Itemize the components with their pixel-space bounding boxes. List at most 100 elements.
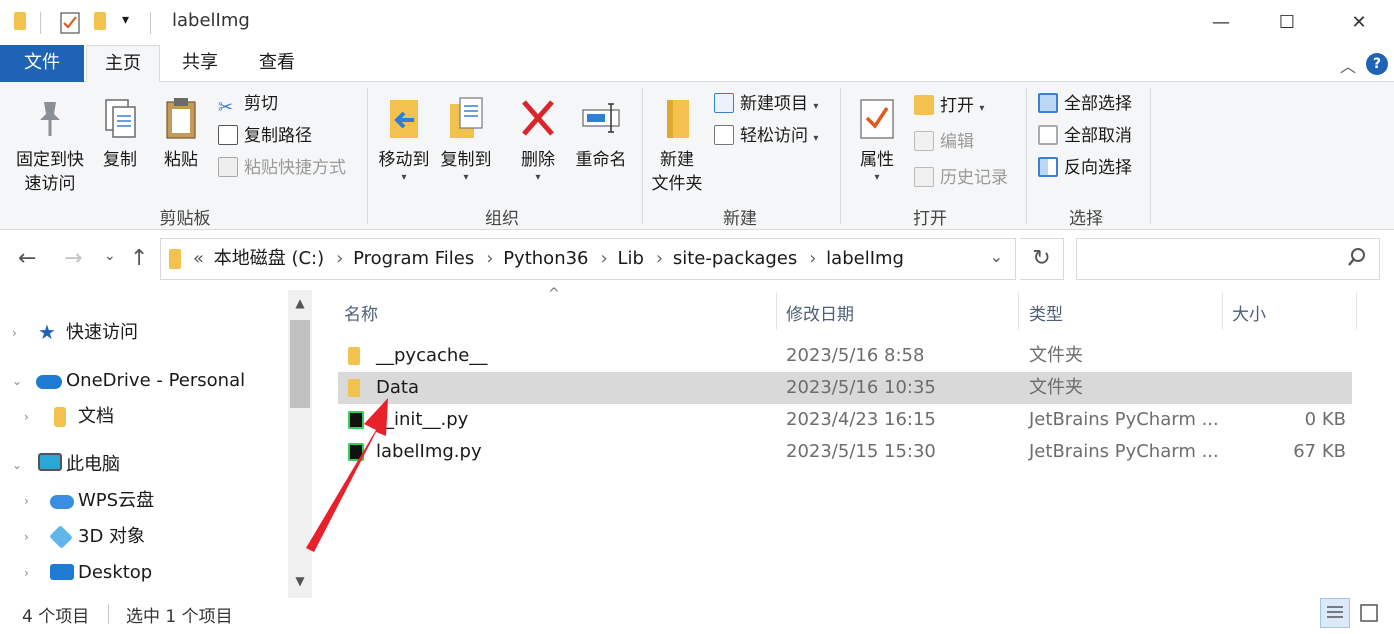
maximize-button[interactable]: ☐: [1272, 8, 1302, 38]
delete-button[interactable]: 删除 ▾: [514, 92, 562, 183]
delete-x-icon: [518, 96, 558, 142]
scroll-up-icon[interactable]: ▲: [288, 296, 312, 310]
ribbon-collapse-icon[interactable]: ︿: [1340, 53, 1356, 77]
scissors-icon: ✂: [218, 97, 234, 118]
scroll-down-icon[interactable]: ▼: [288, 574, 312, 588]
pin-to-quick-access-button[interactable]: 固定到快 速访问: [8, 92, 92, 196]
column-header-date[interactable]: 修改日期: [786, 300, 854, 330]
qat-dropdown-icon[interactable]: ▾: [122, 12, 129, 28]
ribbon-tabs: 文件 主页 共享 查看 ︿ ?: [0, 45, 1394, 83]
folder-icon: [348, 379, 360, 397]
invert-selection-button[interactable]: 反向选择: [1038, 154, 1132, 182]
tab-home[interactable]: 主页: [86, 45, 160, 83]
cloud-icon: [36, 375, 62, 389]
breadcrumb-item[interactable]: Python36: [503, 248, 588, 269]
copy-path-icon: [218, 125, 238, 145]
large-icons-view-button[interactable]: [1354, 598, 1384, 628]
column-header-name[interactable]: 名称: [344, 300, 378, 330]
refresh-button[interactable]: ↻: [1020, 238, 1064, 280]
cut-button[interactable]: ✂ 剪切: [218, 90, 278, 118]
new-item-button[interactable]: 新建项目 ▾: [714, 90, 818, 118]
folder-app-icon: [14, 12, 26, 30]
history-icon: [914, 167, 934, 187]
up-button[interactable]: ↑: [130, 246, 148, 271]
close-button[interactable]: ✕: [1344, 8, 1374, 38]
navigation-pane: › ★ 快速访问 ⌄ OneDrive - Personal › 文档 ⌄ 此电…: [0, 290, 314, 598]
properties-button[interactable]: 属性 ▾: [852, 92, 902, 183]
open-button[interactable]: 打开 ▾: [914, 92, 984, 120]
address-dropdown-icon[interactable]: ⌄: [990, 247, 1003, 266]
item-count: 4 个项目: [22, 607, 90, 627]
copy-button[interactable]: 复制: [96, 92, 144, 172]
copy-icon: [100, 96, 140, 142]
group-separator: [367, 88, 368, 224]
file-row[interactable]: Data 2023/5/16 10:35 文件夹: [338, 372, 1352, 404]
file-row[interactable]: __init__.py 2023/4/23 16:15 JetBrains Py…: [338, 404, 1352, 436]
nav-pane-scrollbar[interactable]: ▲ ▼: [288, 290, 312, 598]
column-header-type[interactable]: 类型: [1029, 300, 1063, 330]
tab-file[interactable]: 文件: [0, 45, 84, 82]
breadcrumb-item[interactable]: labelImg: [826, 248, 904, 269]
history-button[interactable]: 历史记录: [914, 164, 1008, 192]
properties-checkmark-icon[interactable]: [60, 10, 80, 38]
copy-to-button[interactable]: 复制到 ▾: [436, 92, 496, 183]
status-bar: 4 个项目 选中 1 个项目: [0, 598, 1394, 634]
group-separator: [642, 88, 643, 224]
select-all-icon: [1038, 93, 1058, 113]
column-separator[interactable]: [776, 292, 777, 330]
file-row[interactable]: labelImg.py 2023/5/15 15:30 JetBrains Py…: [338, 436, 1352, 468]
group-label-select: 选择: [1069, 209, 1103, 229]
star-icon: ★: [38, 320, 56, 344]
column-separator[interactable]: [1356, 292, 1357, 330]
tab-share[interactable]: 共享: [168, 45, 232, 82]
rename-icon: [581, 96, 621, 142]
edit-icon: [914, 131, 934, 151]
move-to-button[interactable]: 移动到 ▾: [374, 92, 434, 183]
breadcrumb: « 本地磁盘 (C:) › Program Files › Python36 › Li…: [193, 248, 904, 269]
breadcrumb-item[interactable]: Program Files: [353, 248, 474, 269]
column-separator[interactable]: [1018, 292, 1019, 330]
file-row[interactable]: __pycache__ 2023/5/16 8:58 文件夹: [338, 340, 1352, 372]
breadcrumb-item[interactable]: Lib: [617, 248, 643, 269]
minimize-button[interactable]: —: [1206, 8, 1236, 38]
search-input[interactable]: [1076, 238, 1380, 280]
details-view-button[interactable]: [1320, 598, 1350, 628]
breadcrumb-overflow[interactable]: «: [193, 248, 204, 269]
breadcrumb-item[interactable]: 本地磁盘 (C:): [214, 248, 324, 269]
breadcrumb-item[interactable]: site-packages: [673, 248, 797, 269]
forward-button[interactable]: →: [64, 246, 82, 271]
column-separator[interactable]: [1222, 292, 1223, 330]
recent-locations-button[interactable]: ⌄: [104, 248, 116, 264]
select-none-button[interactable]: 全部取消: [1038, 122, 1132, 150]
folder-icon: [54, 407, 66, 427]
copy-path-button[interactable]: 复制路径: [218, 122, 312, 150]
group-separator: [1150, 88, 1151, 224]
address-bar[interactable]: « 本地磁盘 (C:) › Program Files › Python36 › Li…: [160, 238, 1016, 280]
ribbon-home: 固定到快 速访问 复制 粘贴 ✂ 剪切 复制路径 粘贴快捷方式 剪贴板 移动到 ▾…: [0, 82, 1394, 230]
edit-button[interactable]: 编辑: [914, 128, 974, 156]
back-button[interactable]: ←: [18, 246, 36, 271]
selected-count: 选中 1 个项目: [126, 607, 233, 627]
group-separator: [840, 88, 841, 224]
rename-button[interactable]: 重命名: [570, 92, 632, 172]
easy-access-button[interactable]: 轻松访问 ▾: [714, 122, 818, 150]
sort-ascending-icon: ^: [548, 286, 560, 302]
open-folder-icon: [914, 95, 934, 115]
new-folder-button[interactable]: 新建 文件夹: [648, 92, 706, 196]
help-icon[interactable]: ?: [1366, 53, 1388, 75]
pin-icon: [30, 96, 70, 142]
pycharm-file-icon: [348, 411, 364, 429]
group-label-clipboard: 剪贴板: [159, 209, 211, 229]
paste-button[interactable]: 粘贴: [156, 92, 206, 172]
search-icon: [1347, 247, 1367, 272]
file-list: ^ 名称 修改日期 类型 大小 __pycache__ 2023/5/16 8:…: [314, 286, 1394, 598]
ribbon-help-area: ︿ ?: [1330, 53, 1394, 79]
tab-view[interactable]: 查看: [245, 45, 309, 82]
column-header-size[interactable]: 大小: [1232, 300, 1266, 330]
scrollbar-thumb[interactable]: [290, 320, 310, 408]
computer-icon: [38, 453, 62, 471]
select-all-button[interactable]: 全部选择: [1038, 90, 1132, 118]
paste-shortcut-button[interactable]: 粘贴快捷方式: [218, 154, 346, 182]
status-separator: [108, 604, 109, 624]
new-folder-qat-icon[interactable]: [94, 12, 106, 30]
